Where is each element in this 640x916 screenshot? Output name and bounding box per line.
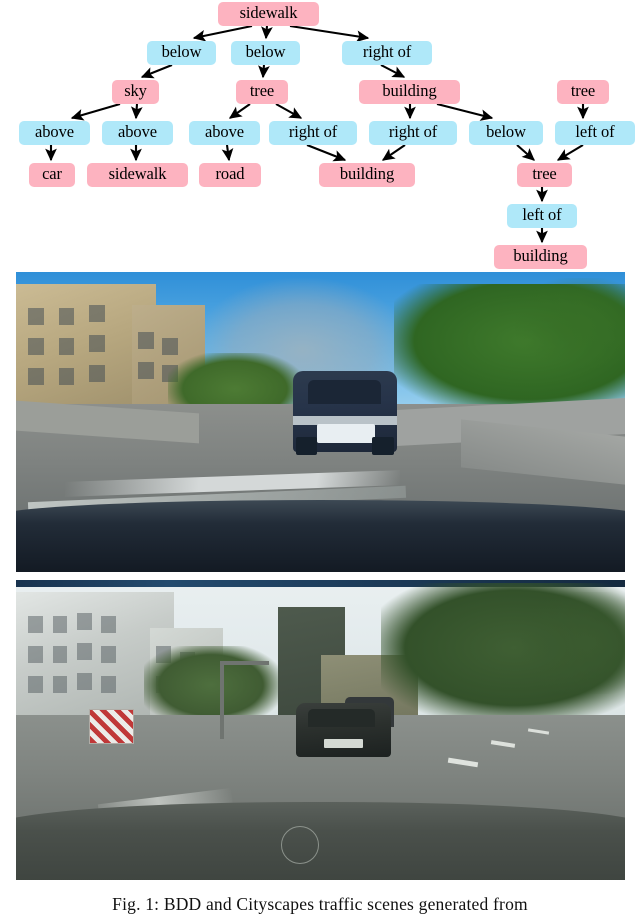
- graph-edge-below-to-sky: [140, 64, 173, 79]
- graph-edge-sidewalk-to-below: [192, 24, 253, 42]
- bdd-lead-car-wheel-right: [372, 437, 394, 455]
- bdd-building-window: [137, 332, 154, 349]
- graph-node-building[interactable]: building: [494, 245, 587, 269]
- city-building-window: [101, 676, 116, 693]
- graph-node-sky[interactable]: sky: [112, 80, 159, 104]
- city-building-window: [28, 676, 43, 693]
- bdd-lead-car-window: [308, 380, 382, 404]
- city-lead-car-window: [308, 709, 376, 727]
- city-street-pole: [220, 661, 225, 739]
- graph-node-tree[interactable]: tree: [517, 163, 572, 187]
- bdd-lead-car-plate: [317, 423, 376, 443]
- graph-node-right-of[interactable]: right of: [269, 121, 357, 145]
- city-building-window: [28, 646, 43, 663]
- graph-node-above[interactable]: above: [102, 121, 173, 145]
- graph-node-tree[interactable]: tree: [236, 80, 288, 104]
- bdd-building-window: [137, 362, 154, 379]
- graph-edge-tree-to-above: [228, 103, 251, 119]
- graph-node-below[interactable]: below: [147, 41, 216, 65]
- bdd-building-window: [28, 368, 44, 385]
- graph-node-below[interactable]: below: [469, 121, 543, 145]
- bdd-building-window: [89, 365, 105, 382]
- city-trees-right-2: [521, 592, 625, 694]
- city-ego-hood: [16, 802, 625, 880]
- graph-node-above[interactable]: above: [19, 121, 90, 145]
- graph-node-tree[interactable]: tree: [557, 80, 609, 104]
- graph-edge-sky-to-above: [70, 102, 121, 121]
- graph-edge-sidewalk-to-right-of: [289, 24, 370, 43]
- bdd-scene-image: [16, 272, 625, 572]
- city-street-pole-arm: [220, 661, 269, 666]
- bdd-building-window: [58, 338, 75, 355]
- scene-graph: sidewalk below below right of sky tree buildin…: [0, 0, 640, 272]
- graph-node-right-of[interactable]: right of: [369, 121, 457, 145]
- graph-node-above[interactable]: above: [189, 121, 260, 145]
- city-building-window: [101, 646, 116, 663]
- graph-node-building[interactable]: building: [359, 80, 460, 104]
- graph-edge-sidewalk-to-below: [261, 25, 273, 40]
- graph-edge-below-to-tree: [516, 144, 535, 161]
- city-building-window: [76, 613, 92, 630]
- city-building-window: [76, 673, 92, 690]
- graph-edge-right-of-to-building: [381, 144, 406, 161]
- graph-edge-below-to-tree: [258, 64, 270, 79]
- city-building-window: [52, 676, 68, 693]
- bdd-building-window: [89, 305, 105, 322]
- bdd-building-window: [58, 308, 75, 325]
- graph-edge-right-of-to-building: [306, 144, 347, 162]
- bdd-building-window: [28, 308, 44, 325]
- bdd-building-window: [58, 368, 75, 385]
- bdd-lead-car-wheel-left: [296, 437, 318, 455]
- city-trees-left: [143, 646, 278, 724]
- city-building-window: [76, 643, 92, 660]
- graph-node-left-of[interactable]: left of: [555, 121, 635, 145]
- graph-node-sidewalk[interactable]: sidewalk: [218, 2, 319, 26]
- city-roadwork-sign: [89, 709, 134, 744]
- graph-node-left-of[interactable]: left of: [507, 204, 577, 228]
- graph-node-road[interactable]: road: [199, 163, 261, 187]
- graph-edge-sky-to-above: [130, 103, 143, 120]
- city-building-window: [28, 616, 43, 633]
- bdd-building-window: [89, 335, 105, 352]
- graph-edge-left-of-to-tree: [556, 144, 584, 161]
- graph-node-below[interactable]: below: [231, 41, 300, 65]
- graph-node-right-of[interactable]: right of: [342, 41, 432, 65]
- graph-edge-tree-to-right-of: [275, 103, 303, 119]
- graph-node-building[interactable]: building: [319, 163, 415, 187]
- graph-edge-building-to-below: [436, 102, 494, 121]
- city-building-window: [52, 616, 68, 633]
- bdd-trees-right-2: [515, 278, 625, 368]
- graph-edge-above-to-road: [221, 144, 234, 162]
- graph-node-car[interactable]: car: [29, 163, 75, 187]
- graph-node-sidewalk[interactable]: sidewalk: [87, 163, 188, 187]
- city-building-window: [52, 646, 68, 663]
- bdd-ego-hood: [16, 500, 625, 572]
- cityscapes-scene-image: [16, 580, 625, 880]
- bdd-building-window: [28, 338, 44, 355]
- city-building-window: [101, 616, 116, 633]
- figure-caption: Fig. 1: BDD and Cityscapes traffic scene…: [112, 894, 528, 914]
- graph-edge-right-of-to-building: [380, 64, 406, 78]
- city-lead-car-plate: [323, 739, 364, 748]
